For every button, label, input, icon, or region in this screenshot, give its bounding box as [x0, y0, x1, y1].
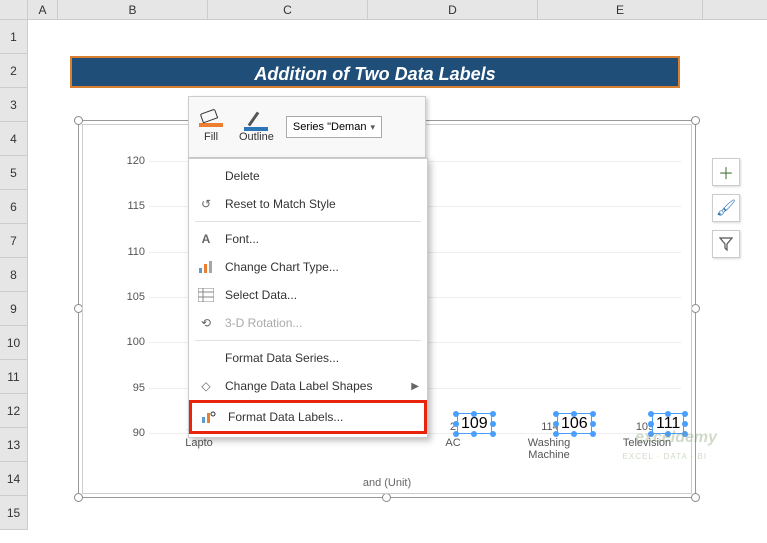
outline-label: Outline [239, 131, 274, 143]
col-header-A[interactable]: A [28, 0, 58, 19]
resize-handle[interactable] [691, 304, 700, 313]
fill-bucket-icon [199, 111, 223, 129]
row-header[interactable]: 15 [0, 496, 28, 530]
menu-label: Reset to Match Style [225, 197, 336, 211]
row-header[interactable]: 12 [0, 394, 28, 428]
funnel-icon [719, 237, 733, 251]
chart-filter-button[interactable] [712, 230, 740, 258]
x-axis-labels: Lapto AC Washing Machine Television [149, 437, 681, 467]
chart-styles-button[interactable]: 🖌 [712, 194, 740, 222]
resize-handle[interactable] [691, 493, 700, 502]
menu-delete[interactable]: Delete [189, 162, 427, 190]
context-menu: Delete ↺ Reset to Match Style A Font... … [188, 158, 428, 438]
row-header[interactable]: 9 [0, 292, 28, 326]
menu-label: Delete [225, 169, 260, 183]
fill-button[interactable]: Fill [195, 109, 227, 145]
submenu-arrow-icon: ▶ [411, 381, 419, 392]
watermark-subtitle: EXCEL · DATA · BI [623, 452, 707, 461]
row-headers: 1 2 3 4 5 6 7 8 9 10 11 12 13 14 15 [0, 20, 28, 530]
col-header-E[interactable]: E [538, 0, 703, 19]
shapes-icon: ◇ [197, 377, 215, 395]
y-axis: 90 95 100 105 110 115 120 [119, 161, 149, 433]
outline-pen-icon [244, 111, 268, 129]
row-header[interactable]: 13 [0, 428, 28, 462]
menu-3d-rotation: ⟲ 3-D Rotation... [189, 309, 427, 337]
row-header[interactable]: 6 [0, 190, 28, 224]
y-tick: 120 [127, 155, 145, 167]
fill-label: Fill [204, 131, 218, 143]
menu-change-chart-type[interactable]: Change Chart Type... [189, 253, 427, 281]
y-tick: 100 [127, 336, 145, 348]
font-icon: A [197, 230, 215, 248]
menu-change-label-shapes[interactable]: ◇ Change Data Label Shapes ▶ [189, 372, 427, 400]
row-header[interactable]: 8 [0, 258, 28, 292]
menu-reset-style[interactable]: ↺ Reset to Match Style [189, 190, 427, 218]
watermark: exceldemy [635, 429, 717, 447]
row-header[interactable]: 3 [0, 88, 28, 122]
select-all-corner[interactable] [0, 0, 28, 19]
col-header-D[interactable]: D [368, 0, 538, 19]
row-header[interactable]: 11 [0, 360, 28, 394]
y-tick: 110 [127, 246, 145, 258]
row-header[interactable]: 10 [0, 326, 28, 360]
y-tick: 90 [133, 427, 145, 439]
menu-label: Change Data Label Shapes [225, 379, 372, 393]
outline-button[interactable]: Outline [235, 109, 278, 145]
x-label: Lapto [159, 437, 239, 449]
y-tick: 105 [127, 291, 145, 303]
resize-handle[interactable] [74, 493, 83, 502]
menu-label: Change Chart Type... [225, 260, 339, 274]
series-dropdown-label: Series "Deman [293, 121, 367, 133]
reset-icon: ↺ [197, 195, 215, 213]
row-header[interactable]: 2 [0, 54, 28, 88]
column-headers: A B C D E [0, 0, 767, 20]
chart-elements-button[interactable]: ＋ [712, 158, 740, 186]
row-header[interactable]: 7 [0, 224, 28, 258]
x-label: AC [413, 437, 493, 449]
chart-type-icon [197, 258, 215, 276]
y-tick: 115 [127, 200, 145, 212]
row-header[interactable]: 5 [0, 156, 28, 190]
menu-format-data-labels[interactable]: Format Data Labels... [189, 400, 427, 434]
menu-font[interactable]: A Font... [189, 225, 427, 253]
row-header[interactable]: 1 [0, 20, 28, 54]
resize-handle[interactable] [382, 493, 391, 502]
row-header[interactable]: 4 [0, 122, 28, 156]
x-label: Washing Machine [509, 437, 589, 461]
menu-label: Select Data... [225, 288, 297, 302]
page-title: Addition of Two Data Labels [70, 56, 680, 88]
menu-label: Format Data Series... [225, 351, 339, 365]
y-tick: 95 [133, 382, 145, 394]
blank-icon [197, 167, 215, 185]
rotation-icon: ⟲ [197, 314, 215, 332]
chevron-down-icon: ▾ [370, 122, 375, 133]
x-axis-title: and (Unit) [83, 477, 691, 489]
menu-format-data-series[interactable]: Format Data Series... [189, 344, 427, 372]
chart-side-buttons: ＋ 🖌 [712, 158, 740, 258]
select-data-icon [197, 286, 215, 304]
format-labels-icon [200, 408, 218, 426]
mini-toolbar: Fill Outline Series "Deman ▾ [188, 96, 426, 158]
menu-label: 3-D Rotation... [225, 316, 302, 330]
col-header-B[interactable]: B [58, 0, 208, 19]
brush-icon: 🖌 [716, 198, 736, 218]
blank-icon [197, 349, 215, 367]
menu-label: Format Data Labels... [228, 410, 343, 424]
plus-icon: ＋ [718, 160, 734, 184]
menu-select-data[interactable]: Select Data... [189, 281, 427, 309]
resize-handle[interactable] [691, 116, 700, 125]
series-dropdown[interactable]: Series "Deman ▾ [286, 116, 382, 138]
col-header-C[interactable]: C [208, 0, 368, 19]
menu-label: Font... [225, 232, 259, 246]
row-header[interactable]: 14 [0, 462, 28, 496]
